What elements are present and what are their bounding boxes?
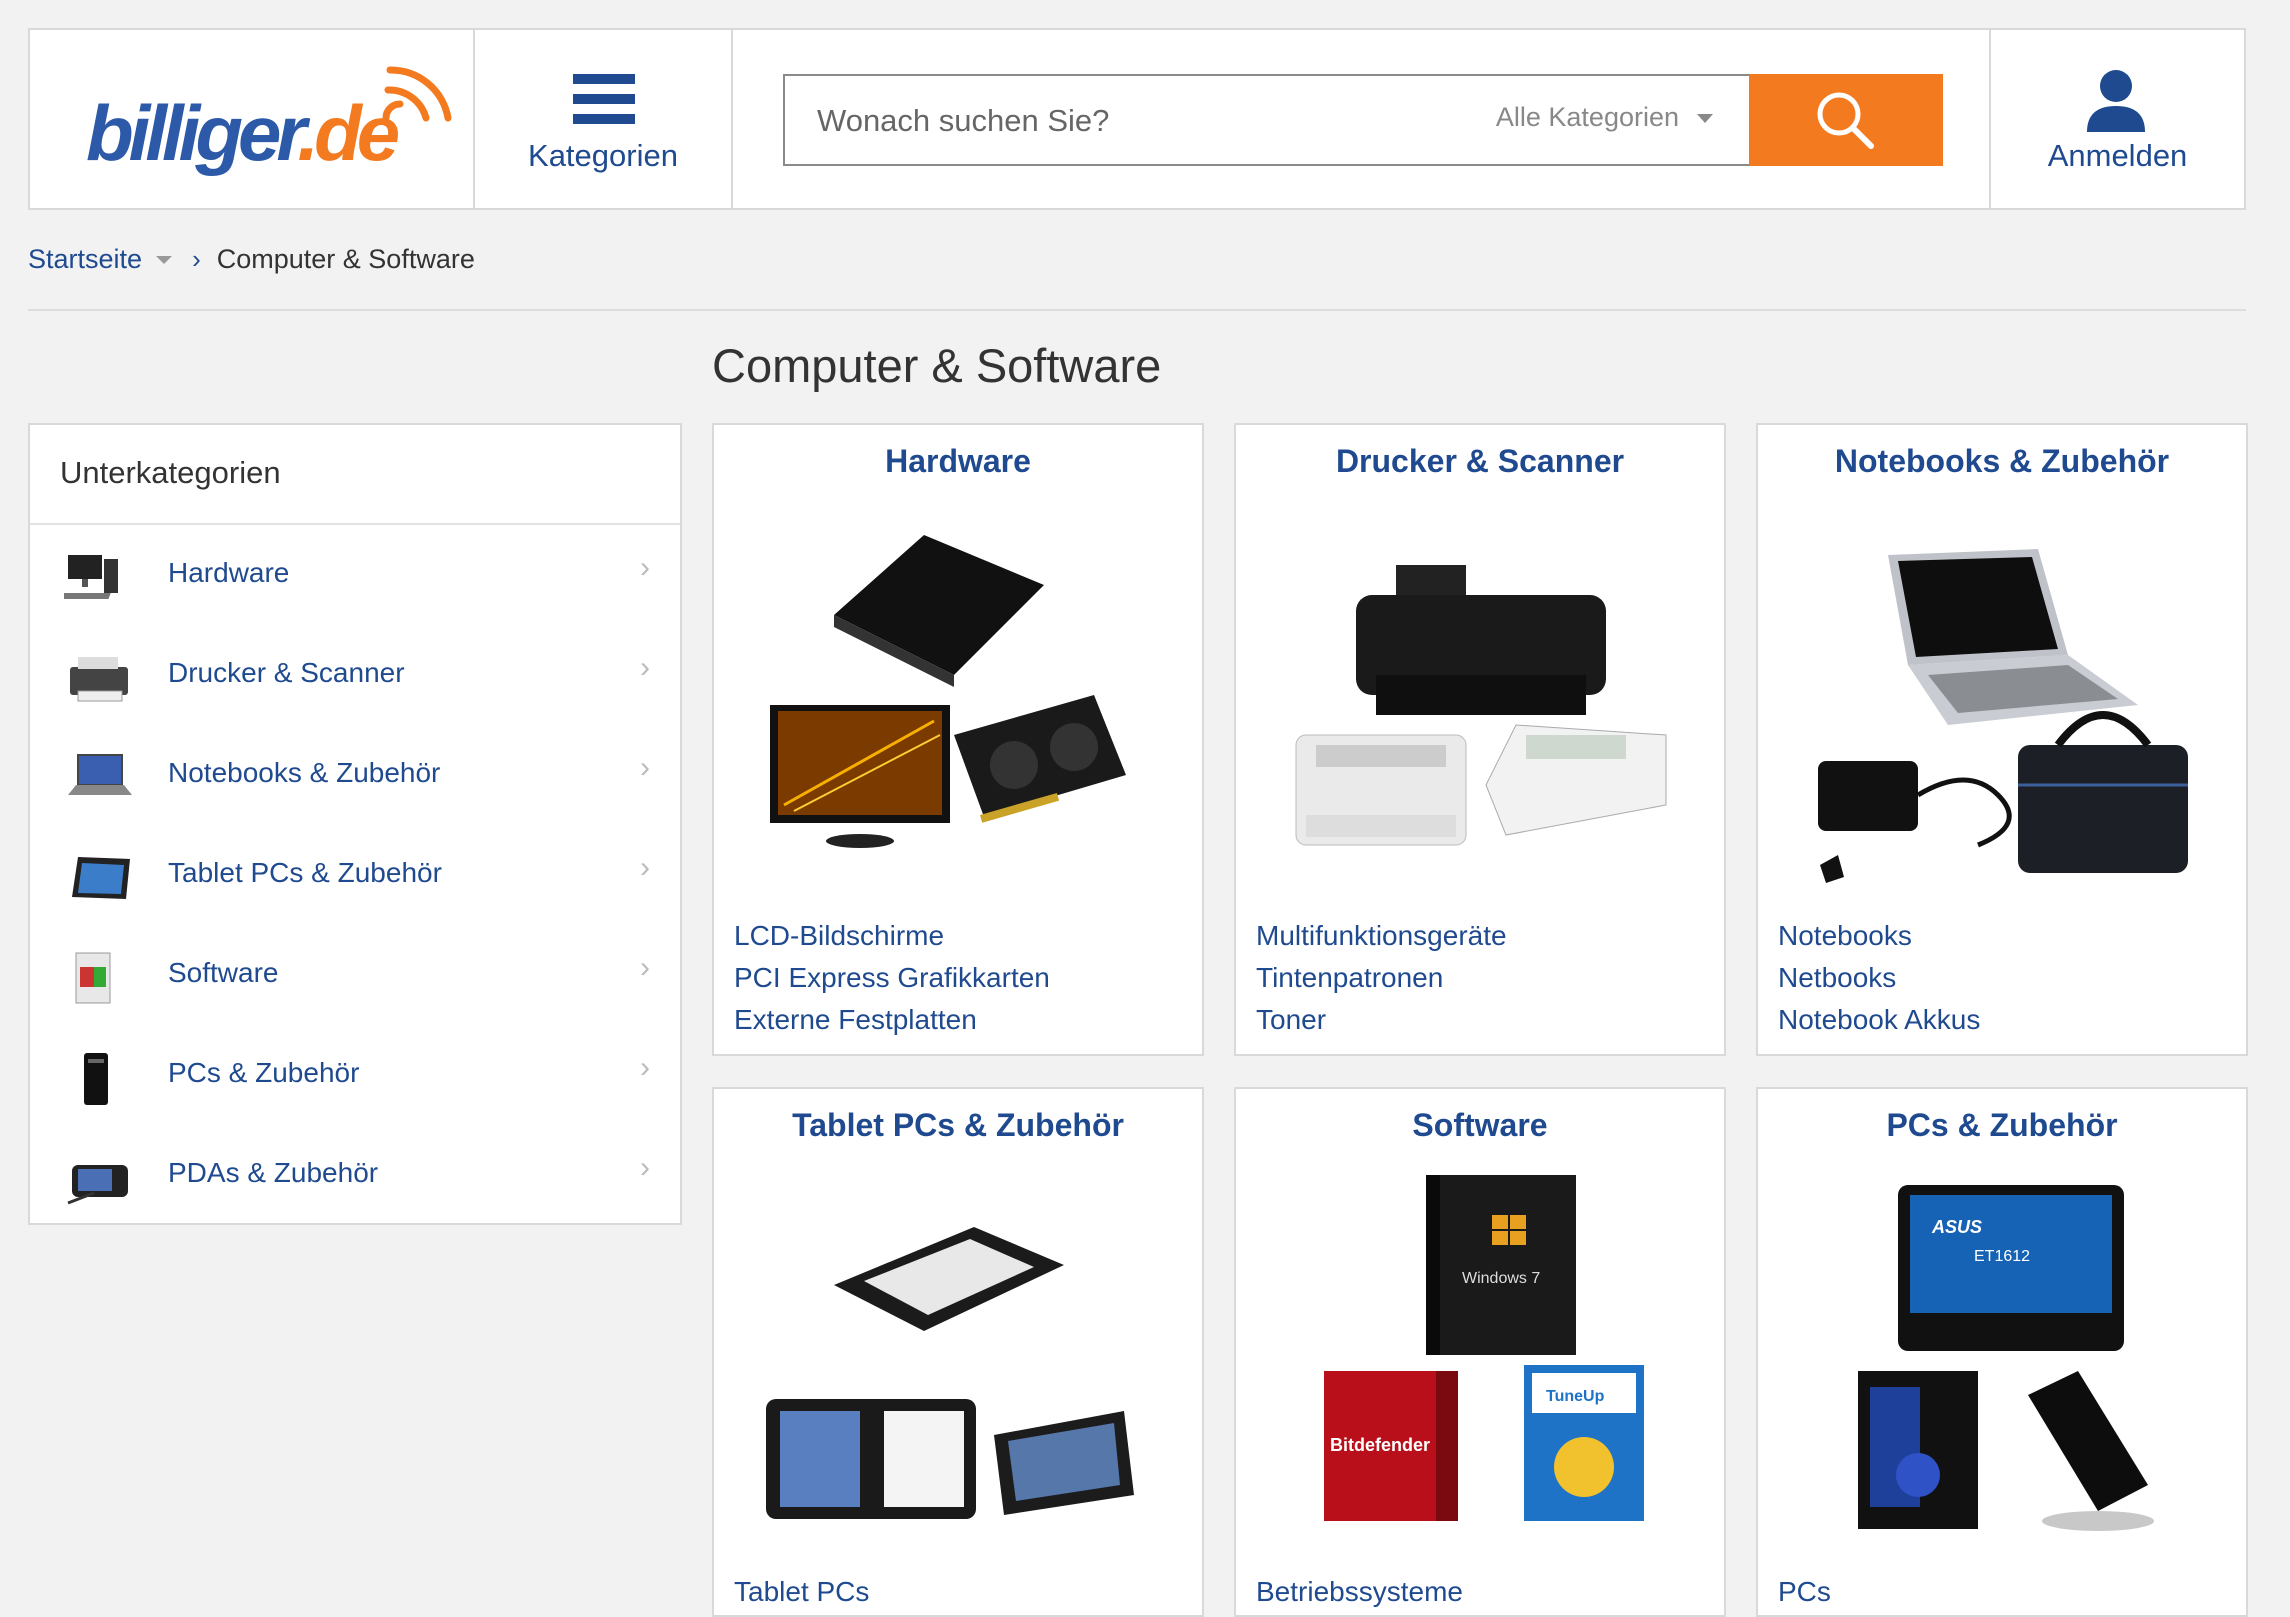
- site-logo[interactable]: billiger.de: [86, 56, 456, 196]
- card-links: PCs: [1778, 1571, 1831, 1613]
- sidebar-item-pdas[interactable]: PDAs & Zubehör ›: [30, 1125, 680, 1225]
- laptop-icon: [68, 754, 132, 795]
- tablet-icon: [72, 857, 130, 899]
- card-link[interactable]: Tintenpatronen: [1256, 957, 1507, 999]
- chevron-down-icon[interactable]: [156, 255, 173, 264]
- asus-model-label: ET1612: [1974, 1248, 2030, 1265]
- search-icon: [1817, 92, 1874, 149]
- card-link[interactable]: Notebooks: [1778, 915, 1980, 957]
- breadcrumb: Startseite › Computer & Software: [28, 244, 475, 275]
- pc-product-image[interactable]: ASUS ET1612: [1798, 1175, 2208, 1535]
- sidebar-item-label: Drucker & Scanner: [168, 657, 405, 688]
- category-card-notebooks: Notebooks & Zubehör Notebooks Netbooks N…: [1756, 423, 2248, 1056]
- printer-icon: [70, 657, 128, 702]
- chevron-right-icon: ›: [640, 1051, 650, 1084]
- chevron-down-icon: [1697, 114, 1713, 124]
- sidebar-item-drucker-scanner[interactable]: Drucker & Scanner ›: [30, 625, 680, 725]
- login-label: Anmelden: [2047, 138, 2188, 173]
- category-select[interactable]: Alle Kategorien: [1496, 102, 1713, 133]
- category-card-tablet-pcs: Tablet PCs & Zubehör Tablet PCs: [712, 1087, 1204, 1617]
- category-card-software: Software Windows 7 Bitdefender TuneUp Be…: [1234, 1087, 1726, 1617]
- card-link[interactable]: Notebook Akkus: [1778, 999, 1980, 1041]
- tablet-product-image[interactable]: [754, 1175, 1164, 1535]
- sidebar-item-pcs[interactable]: PCs & Zubehör ›: [30, 1025, 680, 1125]
- category-card-pcs: PCs & Zubehör ASUS ET1612 PCs: [1756, 1087, 2248, 1617]
- logo-cell: billiger.de: [30, 30, 475, 208]
- sidebar-item-label: Tablet PCs & Zubehör: [168, 857, 442, 888]
- chevron-right-icon: ›: [192, 244, 201, 274]
- printer-product-image[interactable]: [1276, 525, 1686, 885]
- sidebar-item-label: PCs & Zubehör: [168, 1057, 360, 1088]
- chevron-right-icon: ›: [640, 651, 650, 684]
- card-link[interactable]: Multifunktionsgeräte: [1256, 915, 1507, 957]
- user-icon: [2087, 70, 2145, 132]
- subcategory-sidebar: Unterkategorien Hardware › Drucker & Sca…: [28, 423, 682, 1225]
- card-link[interactable]: Externe Festplatten: [734, 999, 1050, 1041]
- search-button[interactable]: [1749, 74, 1943, 166]
- bitdefender-box-label: Bitdefender: [1330, 1435, 1430, 1455]
- breadcrumb-home-link[interactable]: Startseite: [28, 244, 142, 275]
- hamburger-icon: [573, 74, 635, 126]
- sidebar-item-label: Notebooks & Zubehör: [168, 757, 441, 788]
- login-button[interactable]: Anmelden: [1991, 30, 2244, 208]
- signal-waves-icon: [382, 66, 452, 122]
- sidebar-heading: Unterkategorien: [30, 425, 680, 525]
- breadcrumb-current: Computer & Software: [216, 244, 475, 274]
- chevron-right-icon: ›: [640, 551, 650, 584]
- search-box: Alle Kategorien: [783, 74, 1751, 166]
- sidebar-item-notebooks[interactable]: Notebooks & Zubehör ›: [30, 725, 680, 825]
- card-title[interactable]: Notebooks & Zubehör: [1758, 443, 2246, 480]
- sidebar-item-label: Hardware: [168, 557, 290, 588]
- tuneup-box-label: TuneUp: [1546, 1388, 1605, 1405]
- card-link[interactable]: PCI Express Grafikkarten: [734, 957, 1050, 999]
- card-link[interactable]: Betriebssysteme: [1256, 1571, 1463, 1613]
- notebook-product-image[interactable]: [1798, 525, 2208, 885]
- software-product-image[interactable]: Windows 7 Bitdefender TuneUp: [1276, 1175, 1686, 1535]
- chevron-right-icon: ›: [640, 951, 650, 984]
- card-title[interactable]: PCs & Zubehör: [1758, 1107, 2246, 1144]
- site-header: billiger.de Kategorien Alle Kategorien: [28, 28, 2246, 210]
- search-area: Alle Kategorien: [733, 30, 1991, 208]
- card-title[interactable]: Software: [1236, 1107, 1724, 1144]
- divider: [28, 309, 2246, 311]
- sidebar-item-label: PDAs & Zubehör: [168, 1157, 379, 1188]
- card-link[interactable]: LCD-Bildschirme: [734, 915, 1050, 957]
- logo-text: billiger.de: [86, 89, 400, 177]
- page-title: Computer & Software: [712, 339, 1162, 392]
- card-link[interactable]: PCs: [1778, 1571, 1831, 1613]
- categories-menu-button[interactable]: Kategorien: [475, 30, 733, 208]
- asus-screen-label: ASUS: [1931, 1217, 1982, 1237]
- chevron-right-icon: ›: [640, 1151, 650, 1184]
- card-title[interactable]: Drucker & Scanner: [1236, 443, 1724, 480]
- sidebar-item-software[interactable]: Software ›: [30, 925, 680, 1025]
- windows-box-label: Windows 7: [1462, 1270, 1540, 1287]
- categories-label: Kategorien: [528, 138, 678, 173]
- card-title[interactable]: Tablet PCs & Zubehör: [714, 1107, 1202, 1144]
- card-links: LCD-Bildschirme PCI Express Grafikkarten…: [734, 915, 1050, 1041]
- sidebar-item-hardware[interactable]: Hardware ›: [30, 525, 680, 625]
- chevron-right-icon: ›: [640, 751, 650, 784]
- card-links: Betriebssysteme: [1256, 1571, 1463, 1613]
- hardware-product-image[interactable]: [754, 525, 1164, 885]
- software-box-icon: [75, 952, 111, 1004]
- desktop-pc-icon: [64, 555, 118, 599]
- sidebar-item-label: Software: [168, 957, 279, 988]
- search-input[interactable]: [815, 76, 1419, 166]
- chevron-right-icon: ›: [640, 851, 650, 884]
- card-links: Notebooks Netbooks Notebook Akkus: [1778, 915, 1980, 1041]
- pda-icon: [67, 1165, 128, 1205]
- category-card-drucker-scanner: Drucker & Scanner Multifunktionsgeräte T…: [1234, 423, 1726, 1056]
- card-link[interactable]: Toner: [1256, 999, 1507, 1041]
- card-link[interactable]: Netbooks: [1778, 957, 1980, 999]
- sidebar-item-tablet-pcs[interactable]: Tablet PCs & Zubehör ›: [30, 825, 680, 925]
- pc-tower-icon: [84, 1053, 108, 1105]
- card-links: Multifunktionsgeräte Tintenpatronen Tone…: [1256, 915, 1507, 1041]
- card-title[interactable]: Hardware: [714, 443, 1202, 480]
- card-links: Tablet PCs: [734, 1571, 869, 1613]
- card-link[interactable]: Tablet PCs: [734, 1571, 869, 1613]
- category-card-hardware: Hardware LCD-Bildschirme PCI Express Gra…: [712, 423, 1204, 1056]
